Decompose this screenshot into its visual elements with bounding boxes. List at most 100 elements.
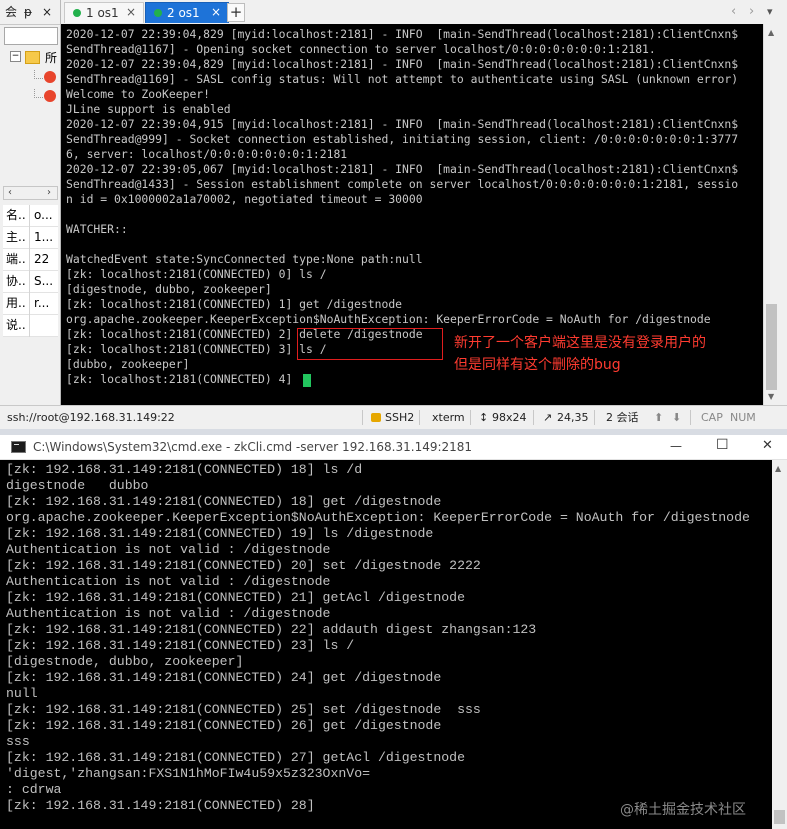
property-value: 22 xyxy=(34,252,50,266)
annotation-highlight-box xyxy=(297,328,443,360)
console-line: org.apache.zookeeper.KeeperException$NoA… xyxy=(6,510,750,525)
property-row: 用.. r... xyxy=(3,293,58,315)
console-line: [zk: 192.168.31.149:2181(CONNECTED) 26] … xyxy=(6,718,442,733)
console-line: [zk: 192.168.31.149:2181(CONNECTED) 21] … xyxy=(6,590,465,605)
cmd-scrollbar[interactable]: ▲ xyxy=(772,460,787,829)
session-icon xyxy=(44,71,56,83)
terminal-line: 2020-12-07 22:39:04,915 [myid:localhost:… xyxy=(66,117,739,131)
property-value: 1... xyxy=(34,230,54,244)
tab-os1-1[interactable]: 1 os1 × xyxy=(64,2,144,23)
terminal-line: [digestnode, dubbo, zookeeper] xyxy=(66,282,272,296)
tab-label: 1 os1 xyxy=(86,6,119,20)
session-panel-header: 会 ᵽ × xyxy=(0,0,60,25)
annotation-text-line1: 新开了一个客户端这里是没有登录用户的 xyxy=(454,335,706,351)
console-line: [digestnode, dubbo, zookeeper] xyxy=(6,654,244,669)
tab-os1-2[interactable]: 2 os1 × xyxy=(145,2,229,23)
property-row: 协.. S... xyxy=(3,271,58,293)
status-separator xyxy=(533,410,534,425)
horizontal-scrollbar[interactable]: ‹ › xyxy=(3,186,58,200)
scrollbar-thumb[interactable] xyxy=(766,304,777,390)
terminal-line: 2020-12-07 22:39:05,067 [myid:localhost:… xyxy=(66,162,739,176)
pin-icon[interactable]: ᵽ xyxy=(24,4,32,20)
session-manager-panel: 会 ᵽ × − 所 ‹ › 名.. o... 主.. 1... 端.. 22 协… xyxy=(0,0,61,405)
scroll-down-icon[interactable]: ▼ xyxy=(768,392,774,401)
cmd-window-titlebar[interactable]: C:\Windows\System32\cmd.exe - zkCli.cmd … xyxy=(0,435,787,460)
console-line: [zk: 192.168.31.149:2181(CONNECTED) 25] … xyxy=(6,702,481,717)
property-value: o... xyxy=(34,208,53,222)
cursor-position-icon: ↗ xyxy=(543,411,553,424)
maximize-button[interactable]: ☐ xyxy=(716,437,729,453)
console-line: sss xyxy=(6,734,30,749)
tab-prev-icon[interactable]: ‹ xyxy=(731,4,736,19)
console-line: [zk: 192.168.31.149:2181(CONNECTED) 24] … xyxy=(6,670,442,685)
tab-close-icon[interactable]: × xyxy=(126,5,136,20)
column-divider xyxy=(29,205,30,337)
session-tab-bar: 1 os1 × 2 os1 × + ‹ › ▾ xyxy=(61,0,787,25)
arrow-down-icon[interactable]: ⬇ xyxy=(672,411,681,424)
terminal-line: SendThread@1433] - Session establishment… xyxy=(66,177,739,191)
tree-item-session-1[interactable] xyxy=(0,70,60,88)
connection-string: ssh://root@192.168.31.149:22 xyxy=(7,411,175,424)
cmd-console[interactable]: [zk: 192.168.31.149:2181(CONNECTED) 18] … xyxy=(0,460,772,829)
terminal-line: 2020-12-07 22:39:04,829 [myid:localhost:… xyxy=(66,57,739,71)
tree-root-label: 所 xyxy=(45,51,58,65)
close-icon[interactable]: × xyxy=(42,4,52,20)
console-line: [zk: 192.168.31.149:2181(CONNECTED) 22] … xyxy=(6,622,537,637)
collapse-icon[interactable]: − xyxy=(10,51,21,62)
num-lock-indicator: NUM xyxy=(730,411,756,424)
close-button[interactable]: ✕ xyxy=(762,438,773,454)
scroll-left-icon[interactable]: ‹ xyxy=(8,187,12,199)
property-key: 名.. xyxy=(6,208,26,222)
tree-connector xyxy=(34,70,43,79)
session-search-input[interactable] xyxy=(4,27,58,45)
status-separator xyxy=(594,410,595,425)
add-tab-button[interactable]: + xyxy=(227,3,245,22)
cursor-position: 24,35 xyxy=(557,411,589,424)
console-line: digestnode dubbo xyxy=(6,478,149,493)
connected-dot-icon xyxy=(73,9,81,17)
tab-menu-icon[interactable]: ▾ xyxy=(767,4,773,19)
status-separator xyxy=(419,410,420,425)
property-row: 名.. o... xyxy=(3,205,58,227)
scroll-right-icon[interactable]: › xyxy=(47,187,51,199)
tree-connector xyxy=(34,89,43,98)
property-key: 协.. xyxy=(6,274,26,288)
arrow-up-icon[interactable]: ⬆ xyxy=(654,411,663,424)
session-panel-title: 会 xyxy=(5,5,18,19)
terminal-line: n id = 0x1000002a1a70002, negotiated tim… xyxy=(66,192,423,206)
terminal-line: [zk: localhost:2181(CONNECTED) 3] ls / xyxy=(66,342,327,356)
property-key: 用.. xyxy=(6,296,26,310)
console-line: [zk: 192.168.31.149:2181(CONNECTED) 18] … xyxy=(6,494,442,509)
terminal-line: SendThread@1169] - SASL config status: W… xyxy=(66,72,739,86)
property-row: 说.. xyxy=(3,315,58,337)
tree-item-all-sessions[interactable]: − 所 xyxy=(0,50,60,68)
tab-label: 2 os1 xyxy=(167,6,200,20)
scrollbar-thumb[interactable] xyxy=(774,810,785,824)
terminal-scrollbar[interactable]: ▲ ▼ xyxy=(763,24,779,405)
terminal-line: SendThread@1167] - Opening socket connec… xyxy=(66,42,656,56)
terminal-line: [zk: localhost:2181(CONNECTED) 4] xyxy=(66,372,300,386)
scroll-up-icon[interactable]: ▲ xyxy=(768,28,774,37)
status-bar: ssh://root@192.168.31.149:22 SSH2 xterm … xyxy=(0,405,787,429)
status-separator xyxy=(362,410,363,425)
terminal-line: SendThread@999] - Socket connection esta… xyxy=(66,132,739,146)
terminal-line: WATCHER:: xyxy=(66,222,128,236)
lock-icon xyxy=(371,413,381,422)
terminal-line: WatchedEvent state:SyncConnected type:No… xyxy=(66,252,423,266)
tab-close-icon[interactable]: × xyxy=(211,5,221,20)
console-line: [zk: 192.168.31.149:2181(CONNECTED) 23] … xyxy=(6,638,355,653)
property-value: r... xyxy=(34,296,50,310)
annotation-text-line2: 但是同样有这个删除的bug xyxy=(454,357,621,373)
property-row: 端.. 22 xyxy=(3,249,58,271)
minimize-button[interactable]: — xyxy=(670,438,682,454)
scroll-up-icon[interactable]: ▲ xyxy=(775,464,781,473)
tab-next-icon[interactable]: › xyxy=(749,4,754,19)
terminal-line: [zk: localhost:2181(CONNECTED) 0] ls / xyxy=(66,267,327,281)
cmd-window-title: C:\Windows\System32\cmd.exe - zkCli.cmd … xyxy=(33,440,473,454)
console-line: [zk: 192.168.31.149:2181(CONNECTED) 19] … xyxy=(6,526,434,541)
terminal-line: 2020-12-07 22:39:04,829 [myid:localhost:… xyxy=(66,27,739,41)
cmd-app-icon xyxy=(11,441,26,453)
terminal-line: [dubbo, zookeeper] xyxy=(66,357,190,371)
tree-item-session-2[interactable] xyxy=(0,89,60,107)
terminal-type: xterm xyxy=(432,411,465,424)
